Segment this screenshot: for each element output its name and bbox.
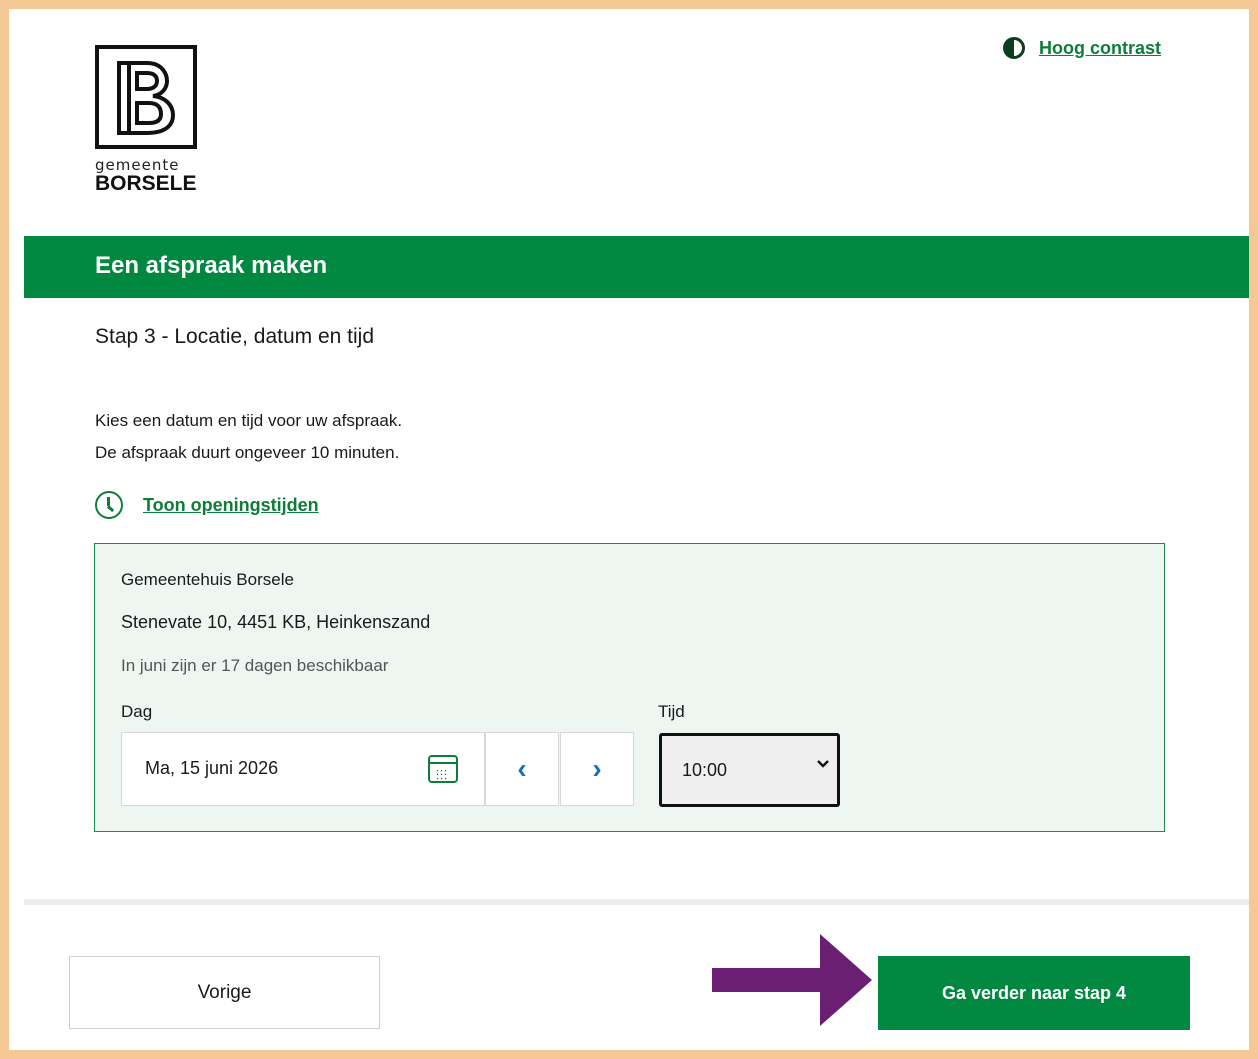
footer-bar: Vorige Ga verder naar stap 4 [24, 899, 1249, 1050]
clock-icon [95, 491, 123, 519]
contrast-icon [1002, 37, 1025, 59]
logo: gemeente BORSELE [95, 45, 207, 195]
page-frame: gemeente BORSELE Hoog contrast Een afspr… [9, 9, 1249, 1050]
previous-button[interactable]: Vorige [69, 956, 380, 1029]
opening-hours-toggle[interactable]: Toon openingstijden [95, 491, 319, 519]
logo-name: BORSELE [95, 172, 197, 195]
calendar-icon[interactable]: :::::: [428, 755, 458, 785]
location-name: Gemeentehuis Borsele [121, 570, 294, 589]
date-value: Ma, 15 juni 2026 [145, 758, 279, 778]
continue-button[interactable]: Ga verder naar stap 4 [878, 956, 1190, 1030]
location-address: Stenevate 10, 4451 KB, Heinkenszand [121, 612, 431, 632]
intro-line-1: Kies een datum en tijd voor uw afspraak. [95, 411, 403, 430]
day-label: Dag [121, 702, 153, 721]
availability-text: In juni zijn er 17 dagen beschikbaar [121, 656, 389, 675]
high-contrast-link[interactable]: Hoog contrast [1039, 38, 1161, 59]
annotation-arrow-icon [712, 934, 872, 1026]
chevron-left-icon: ‹ [517, 753, 527, 784]
title-band: Een afspraak maken [24, 236, 1249, 298]
chevron-down-icon [817, 760, 829, 768]
chevron-right-icon: › [592, 753, 602, 784]
time-value: 10:00 [682, 760, 728, 780]
logo-b-icon [117, 61, 176, 135]
time-label: Tijd [658, 702, 685, 721]
previous-day-button[interactable]: ‹ [485, 732, 559, 806]
time-select[interactable]: 10:00 [659, 733, 840, 807]
step-heading: Stap 3 - Locatie, datum en tijd [95, 325, 374, 348]
intro-line-2: De afspraak duurt ongeveer 10 minuten. [95, 443, 400, 462]
date-field[interactable]: Ma, 15 juni 2026 :::::: [121, 732, 485, 806]
logo-subtitle: gemeente [95, 156, 180, 174]
high-contrast-toggle[interactable]: Hoog contrast [1002, 37, 1161, 59]
next-day-button[interactable]: › [560, 732, 634, 806]
opening-hours-link[interactable]: Toon openingstijden [143, 495, 319, 516]
intro-text: Kies een datum en tijd voor uw afspraak.… [95, 405, 402, 469]
logo-mark [95, 45, 197, 149]
page-title: Een afspraak maken [95, 252, 328, 279]
location-card: Gemeentehuis Borsele Stenevate 10, 4451 … [94, 543, 1165, 832]
